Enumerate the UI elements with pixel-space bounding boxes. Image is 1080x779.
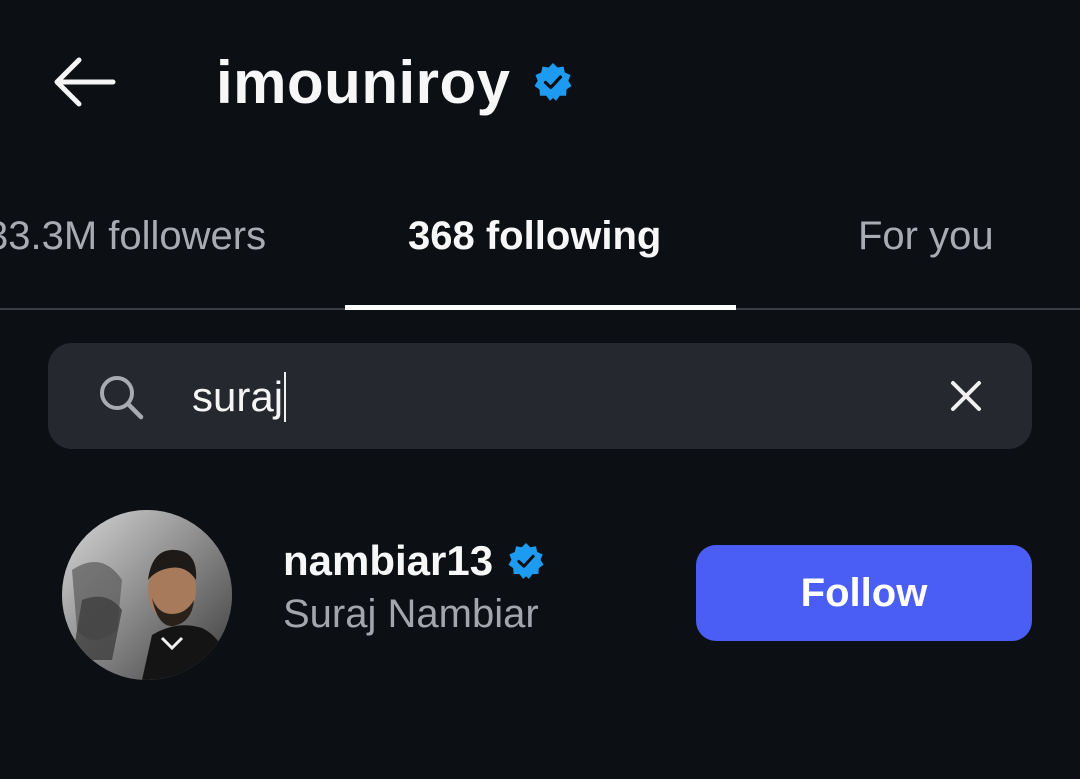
list-item[interactable]: nambiar13 Suraj Nambiar Follow	[0, 500, 1080, 690]
username-row: nambiar13	[283, 534, 545, 588]
search-input[interactable]: suraj	[192, 366, 287, 428]
active-tab-indicator	[345, 305, 736, 310]
avatar-photo	[62, 510, 232, 680]
avatar[interactable]	[62, 510, 232, 680]
back-arrow-icon	[54, 57, 116, 107]
tab-bar: 33.3M followers 368 following For you	[0, 196, 1080, 310]
close-icon[interactable]	[944, 374, 988, 418]
verified-badge-icon	[534, 63, 572, 101]
back-button[interactable]	[44, 50, 124, 114]
search-input-value: suraj	[192, 373, 284, 420]
text-caret	[284, 372, 287, 422]
follow-button[interactable]: Follow	[696, 545, 1032, 641]
header: imouniroy	[216, 42, 573, 122]
verified-badge-icon	[508, 542, 544, 579]
tab-following[interactable]: 368 following	[408, 208, 661, 264]
following-screen: imouniroy 33.3M followers 368 following …	[0, 0, 1080, 779]
tab-for-you[interactable]: For you	[858, 208, 994, 264]
page-title: imouniroy	[216, 48, 511, 116]
search-icon	[100, 376, 144, 420]
username[interactable]: nambiar13	[283, 537, 493, 585]
tab-followers[interactable]: 33.3M followers	[0, 208, 266, 264]
full-name: Suraj Nambiar	[283, 592, 539, 636]
